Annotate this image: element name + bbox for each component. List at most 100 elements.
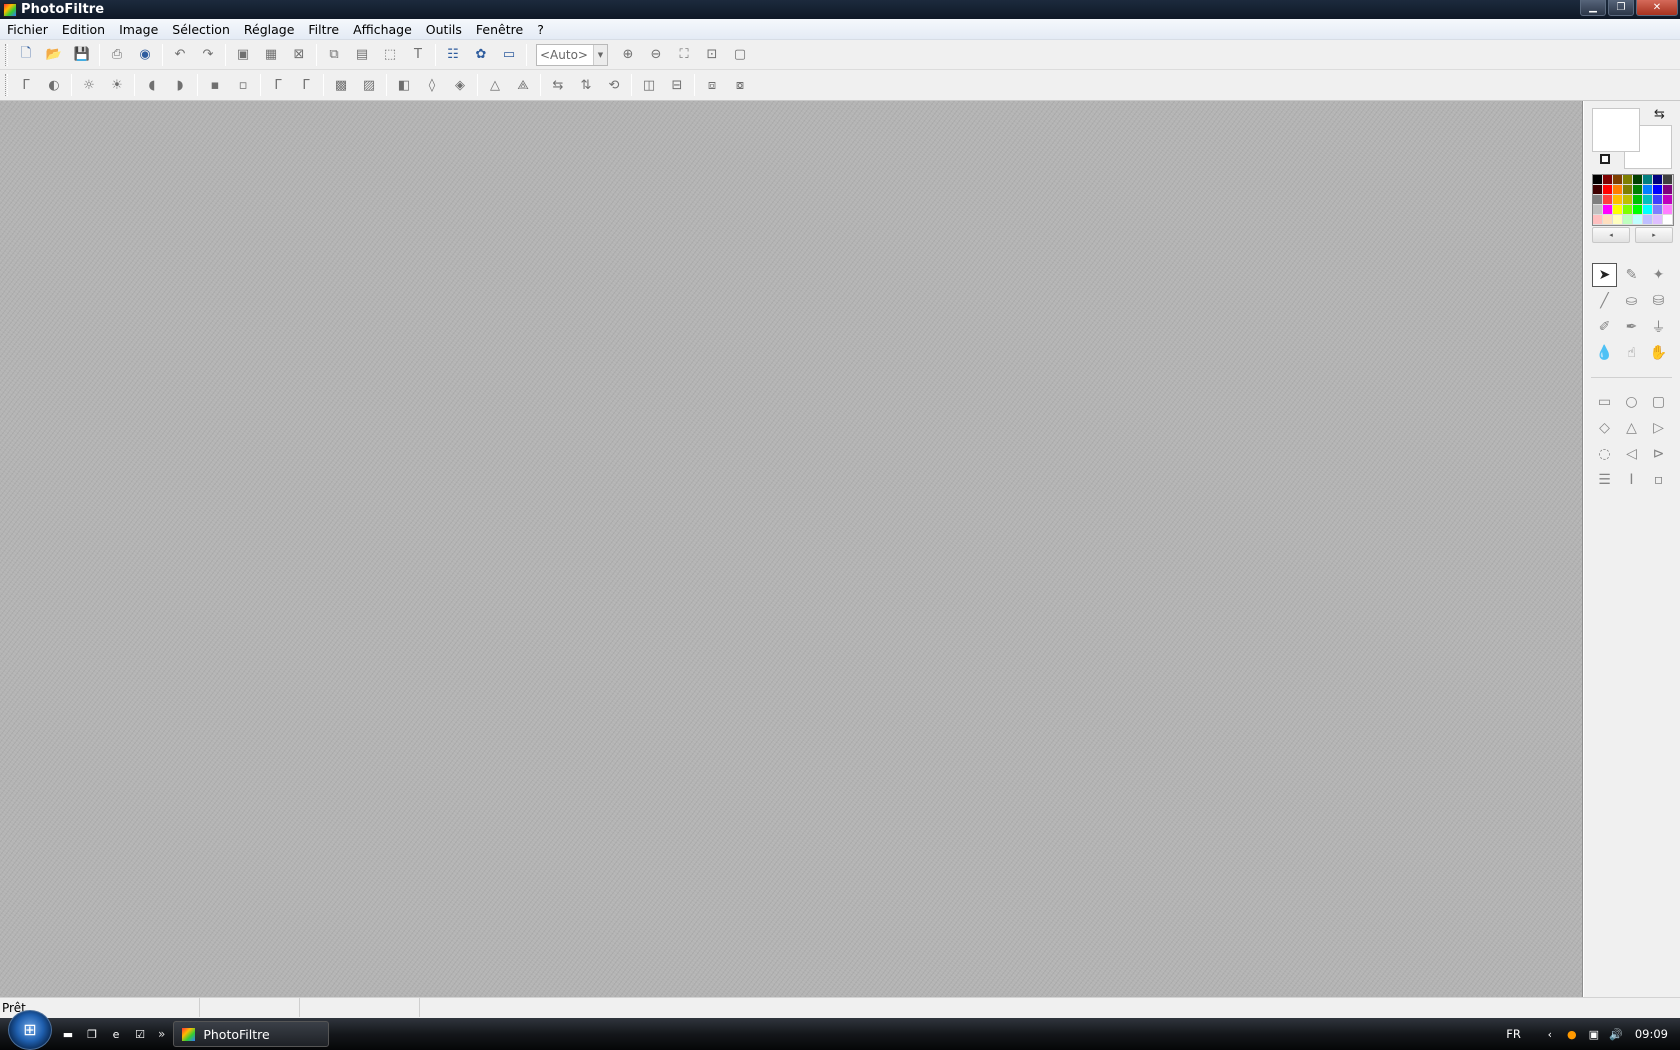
actual-size-icon[interactable]: ⊡ [698, 43, 726, 67]
color-swatch[interactable] [1663, 185, 1673, 195]
color-swatch[interactable] [1633, 175, 1643, 185]
text-icon[interactable]: T [404, 43, 432, 67]
saturation-plus-icon[interactable]: ▫ [229, 73, 257, 97]
ratio-icon[interactable]: ▫ [1645, 467, 1672, 493]
color-swatch[interactable] [1633, 215, 1643, 225]
save-icon[interactable]: 💾 [68, 43, 96, 67]
toolbar-grip[interactable] [5, 43, 8, 66]
color-swatch[interactable] [1603, 215, 1613, 225]
new-file-icon[interactable]: 🗋 [12, 43, 40, 67]
color-swatch[interactable] [1663, 205, 1673, 215]
color-swatch[interactable] [1593, 185, 1603, 195]
hline-icon[interactable]: ☰ [1591, 467, 1618, 493]
color-swatch[interactable] [1643, 185, 1653, 195]
sharpen-icon[interactable]: △ [481, 73, 509, 97]
minimize-button[interactable]: ▁ [1580, 0, 1606, 16]
plugin-icon[interactable]: ✿ [467, 43, 495, 67]
color-swatch[interactable] [1633, 185, 1643, 195]
checkbox-app-icon[interactable]: ☑ [131, 1025, 149, 1043]
zoom-in-icon[interactable]: ⊕ [614, 43, 642, 67]
sharpen-more-icon[interactable]: ⟁ [509, 73, 537, 97]
sepia-icon[interactable]: ▨ [355, 73, 383, 97]
smudge-icon[interactable]: ☝ [1618, 340, 1645, 366]
color-swatch[interactable] [1623, 205, 1633, 215]
color-swatch[interactable] [1643, 195, 1653, 205]
workspace-area[interactable] [0, 101, 1583, 997]
color-swatch[interactable] [1643, 175, 1653, 185]
gamma-minus-icon[interactable]: Γ [264, 73, 292, 97]
zoom-out-icon[interactable]: ⊖ [642, 43, 670, 67]
volume-icon[interactable]: 🔊 [1608, 1026, 1624, 1042]
lasso-icon[interactable]: ◌ [1591, 441, 1618, 467]
advanced-brush-icon[interactable]: ✒ [1618, 314, 1645, 340]
image-size-icon[interactable]: ▣ [229, 43, 257, 67]
color-swatch[interactable] [1613, 185, 1623, 195]
color-swatch[interactable] [1623, 195, 1633, 205]
color-swatch[interactable] [1613, 195, 1623, 205]
color-swatch[interactable] [1643, 215, 1653, 225]
rotate-left-icon[interactable]: ◫ [635, 73, 663, 97]
open-folder-icon[interactable]: 📂 [40, 43, 68, 67]
layer-icon[interactable]: ⧇ [726, 73, 754, 97]
invert-icon[interactable]: ◧ [390, 73, 418, 97]
palette-prev-button[interactable]: ◂ [1592, 227, 1630, 243]
brightness-plus-icon[interactable]: ☀ [103, 73, 131, 97]
menu-fichier[interactable]: Fichier [0, 19, 55, 40]
color-swatch[interactable] [1613, 175, 1623, 185]
rounded-rect-icon[interactable]: ▢ [1645, 389, 1672, 415]
brightness-minus-icon[interactable]: ☼ [75, 73, 103, 97]
color-swatch[interactable] [1643, 205, 1653, 215]
menu-outils[interactable]: Outils [419, 19, 469, 40]
print-icon[interactable]: ⎙ [103, 43, 131, 67]
color-swatch[interactable] [1663, 195, 1673, 205]
zoom-select[interactable]: <Auto> ▼ [536, 43, 608, 66]
redo-icon[interactable]: ↷ [194, 43, 222, 67]
saturation-minus-icon[interactable]: ▪ [201, 73, 229, 97]
foreground-color[interactable] [1592, 108, 1640, 152]
window-switch-icon[interactable]: ❐ [83, 1025, 101, 1043]
color-swatch[interactable] [1623, 215, 1633, 225]
color-swatch[interactable] [1593, 205, 1603, 215]
soften-icon[interactable]: ◈ [446, 73, 474, 97]
eyedropper-icon[interactable]: ✎ [1618, 262, 1645, 288]
pointer-icon[interactable]: ➤ [1592, 263, 1617, 287]
menu-filtre[interactable]: Filtre [301, 19, 346, 40]
color-swatch[interactable] [1663, 215, 1673, 225]
color-swatch[interactable] [1623, 185, 1633, 195]
color-swatch[interactable] [1603, 195, 1613, 205]
color-swatch[interactable] [1653, 195, 1663, 205]
color-swatch[interactable] [1623, 175, 1633, 185]
tray-app-icon[interactable]: ● [1564, 1026, 1580, 1042]
vline-icon[interactable]: Ⅰ [1618, 467, 1645, 493]
rectangle-icon[interactable]: ▭ [1591, 389, 1618, 415]
auto-levels-icon[interactable]: Γ [12, 73, 40, 97]
contrast-minus-icon[interactable]: ◖ [138, 73, 166, 97]
fill-bucket-icon[interactable]: ⛀ [1618, 288, 1645, 314]
explorer-icon[interactable]: ☷ [439, 43, 467, 67]
menu-selection[interactable]: Sélection [165, 19, 237, 40]
flip-vertical-icon[interactable]: ⇅ [572, 73, 600, 97]
color-swatch[interactable] [1653, 175, 1663, 185]
internet-explorer-icon[interactable]: e [107, 1025, 125, 1043]
flip-horizontal-icon[interactable]: ⇆ [544, 73, 572, 97]
color-swatch[interactable] [1593, 175, 1603, 185]
copy-icon[interactable]: ⧉ [320, 43, 348, 67]
color-swatch[interactable] [1603, 175, 1613, 185]
color-swatch[interactable] [1653, 205, 1663, 215]
ellipse-icon[interactable]: ○ [1618, 389, 1645, 415]
transparency-icon[interactable]: ⧈ [698, 73, 726, 97]
menu-fenetre[interactable]: Fenêtre [469, 19, 530, 40]
color-swatch[interactable] [1663, 175, 1673, 185]
color-swatch[interactable] [1603, 185, 1613, 195]
undo-icon[interactable]: ↶ [166, 43, 194, 67]
magic-wand-icon[interactable]: ✦ [1645, 262, 1672, 288]
color-swatch[interactable] [1603, 205, 1613, 215]
menu-help[interactable]: ? [530, 19, 551, 40]
close-button[interactable]: ✕ [1636, 0, 1678, 16]
grayscale-icon[interactable]: ▩ [327, 73, 355, 97]
toolbar-grip[interactable] [5, 74, 8, 96]
clone-stamp-icon[interactable]: ⏚ [1645, 314, 1672, 340]
menu-image[interactable]: Image [112, 19, 165, 40]
clock[interactable]: 09:09 [1635, 1027, 1668, 1041]
auto-contrast-icon[interactable]: ◐ [40, 73, 68, 97]
